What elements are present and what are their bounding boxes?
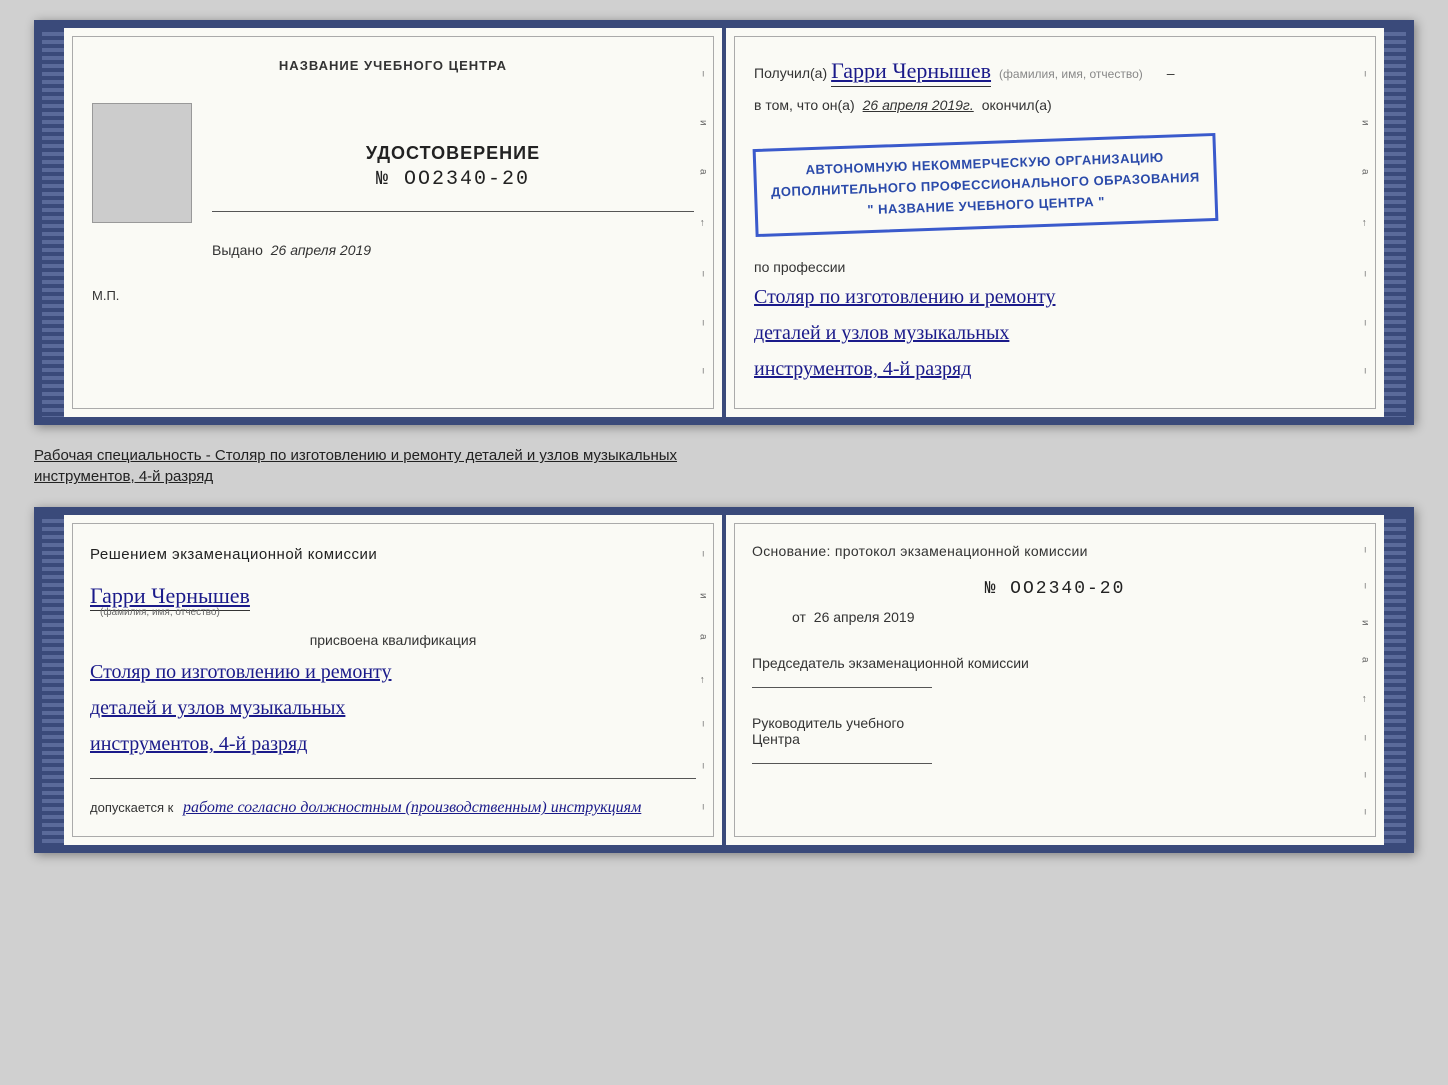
protocol-number: № OO2340-20 — [985, 579, 1126, 599]
cert-number: № OO2340-20 — [212, 168, 694, 191]
protocol-number-container: № OO2340-20 — [752, 579, 1358, 599]
issued-line: Выдано 26 апреля 2019 — [212, 242, 694, 258]
profession-line1: Столяр по изготовлению и ремонту — [754, 279, 1356, 315]
left-binding-strip — [42, 28, 64, 417]
finished-label: окончил(а) — [982, 97, 1052, 113]
bottom-prof-line3: инструментов, 4-й разряд — [90, 726, 696, 762]
protocol-date-line: от 26 апреля 2019 — [752, 609, 1358, 625]
protocol-date: 26 апреля 2019 — [814, 609, 915, 625]
bottom-fio-hint: (фамилия, имя, отчество) — [100, 607, 696, 618]
decision-text: Решением экзаменационной комиссии — [90, 543, 696, 567]
profession-line2: деталей и узлов музыкальных — [754, 315, 1356, 351]
bottom-left-side-marks: – и а ← – – – — [696, 515, 710, 845]
profession-label: по профессии — [754, 259, 1356, 275]
org-stamp: АВТОНОМНУЮ НЕКОММЕРЧЕСКУЮ ОРГАНИЗАЦИЮ ДО… — [753, 133, 1219, 237]
bottom-right-side-marks: – – и а ← – – – — [1358, 515, 1372, 845]
chairman-sig — [752, 687, 932, 688]
top-right-page: Получил(а) Гарри Чернышев (фамилия, имя,… — [726, 28, 1384, 417]
side-mark-1: – — [698, 71, 709, 77]
fio-hint: (фамилия, имя, отчество) — [999, 67, 1143, 81]
date-prefix: от — [792, 609, 806, 625]
side-mark-6: – — [698, 320, 709, 326]
bottom-prof-line1: Столяр по изготовлению и ремонту — [90, 654, 696, 690]
chairman-label: Председатель экзаменационной комиссии — [752, 655, 1358, 671]
description-line2: инструментов, 4-й разряд — [34, 468, 213, 485]
bottom-name-line: Гарри Чернышев — [90, 583, 696, 609]
bottom-right-binding — [1384, 515, 1406, 845]
side-mark-2: и — [698, 120, 709, 126]
bottom-profession-text: Столяр по изготовлению и ремонту деталей… — [90, 654, 696, 762]
bottom-right-page: Основание: протокол экзаменационной коми… — [726, 515, 1384, 845]
photo-placeholder — [92, 103, 192, 223]
mp-label: М.П. — [92, 288, 694, 303]
in-that-label: в том, что он(а) — [754, 97, 855, 113]
issued-date: 26 апреля 2019 — [271, 242, 371, 258]
allowed-prefix: допускается к — [90, 800, 173, 815]
basis-label: Основание: протокол экзаменационной коми… — [752, 543, 1358, 559]
cert-title: УДОСТОВЕРЕНИЕ — [212, 143, 694, 164]
received-label: Получил(а) — [754, 65, 827, 81]
side-mark-5: – — [698, 271, 709, 277]
org-stamp-container: АВТОНОМНУЮ НЕКОММЕРЧЕСКУЮ ОРГАНИЗАЦИЮ ДО… — [754, 131, 1217, 239]
recipient-line: Получил(а) Гарри Чернышев (фамилия, имя,… — [754, 58, 1356, 87]
bottom-prof-line2: деталей и узлов музыкальных — [90, 690, 696, 726]
side-marks: – и а ← – – – — [696, 28, 710, 417]
completion-date: 26 апреля 2019г. — [863, 97, 974, 113]
top-left-page: НАЗВАНИЕ УЧЕБНОГО ЦЕНТРА УДОСТОВЕРЕНИЕ №… — [64, 28, 726, 417]
description-text: Рабочая специальность - Столяр по изгото… — [34, 441, 1414, 491]
description-line1: Рабочая специальность - Столяр по изгото… — [34, 447, 677, 464]
profession-line3: инструментов, 4-й разряд — [754, 351, 1356, 387]
institution-name-header: НАЗВАНИЕ УЧЕБНОГО ЦЕНТРА — [92, 58, 694, 73]
qualification-label: присвоена квалификация — [90, 632, 696, 648]
side-mark-7: – — [698, 368, 709, 374]
director-sig — [752, 763, 932, 764]
allowed-text: работе согласно должностным (производств… — [183, 799, 641, 816]
bottom-left-binding — [42, 515, 64, 845]
issued-label: Выдано — [212, 242, 263, 258]
bottom-document-spread: Решением экзаменационной комиссии Гарри … — [34, 507, 1414, 853]
bottom-left-page: Решением экзаменационной комиссии Гарри … — [64, 515, 726, 845]
top-document-spread: НАЗВАНИЕ УЧЕБНОГО ЦЕНТРА УДОСТОВЕРЕНИЕ №… — [34, 20, 1414, 425]
right-binding-strip — [1384, 28, 1406, 417]
profession-text: Столяр по изготовлению и ремонту деталей… — [754, 279, 1356, 387]
recipient-name: Гарри Чернышев — [831, 58, 991, 87]
director-label: Руководитель учебного Центра — [752, 715, 1358, 747]
side-mark-4: ← — [698, 218, 709, 228]
completion-line: в том, что он(а) 26 апреля 2019г. окончи… — [754, 97, 1356, 113]
chairman-signature-line — [752, 677, 1358, 695]
allowed-line: допускается к работе согласно должностны… — [90, 799, 696, 817]
director-signature-line — [752, 753, 1358, 771]
right-side-marks: – и а ← – – – — [1358, 28, 1372, 417]
side-mark-3: а — [698, 169, 709, 175]
